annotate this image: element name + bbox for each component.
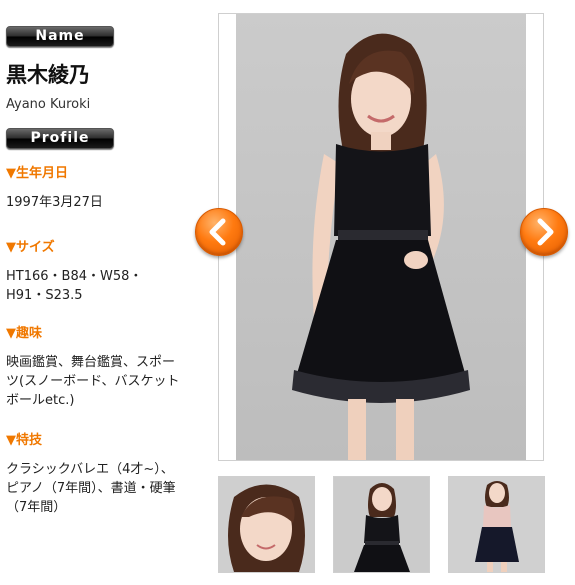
model-illustration xyxy=(292,33,470,460)
profile-label: Profile xyxy=(6,128,114,149)
previous-photo-button[interactable] xyxy=(195,208,243,256)
size-heading: ▼サイズ xyxy=(6,240,55,255)
name-japanese: 黒木綾乃 xyxy=(6,63,90,87)
thumbnail-black-dress[interactable] xyxy=(333,476,430,573)
skill-heading: ▼特技 xyxy=(6,433,42,448)
birthday-value: 1997年3月27日 xyxy=(6,195,103,210)
name-label: Name xyxy=(6,26,114,47)
chevron-right-icon xyxy=(537,218,554,246)
next-photo-button[interactable] xyxy=(520,208,568,256)
thumbnail-closeup[interactable] xyxy=(218,476,315,573)
hobby-value: 映画鑑賞、舞台鑑賞、スポーツ(スノーボード、バスケットボールetc.) xyxy=(6,355,180,408)
thumbnail-pink-top[interactable] xyxy=(448,476,545,573)
profile-panel: Name 黒木綾乃 Ayano Kuroki Profile ▼生年月日 199… xyxy=(6,26,196,517)
skill-value: クラシックバレエ（4才~）、ピアノ（7年間）、書道・硬筆（7年間） xyxy=(6,462,176,515)
hobby-heading: ▼趣味 xyxy=(6,326,42,341)
thumbnail-image xyxy=(449,477,544,572)
size-value: HT166・B84・W58・H91・S23.5 xyxy=(6,269,143,303)
thumbnail-image xyxy=(219,477,314,572)
main-photo-frame xyxy=(218,13,544,461)
birthday-heading: ▼生年月日 xyxy=(6,166,68,181)
main-photo xyxy=(236,14,526,460)
chevron-left-icon xyxy=(209,218,226,246)
name-english: Ayano Kuroki xyxy=(6,97,91,112)
thumbnail-image xyxy=(334,477,429,572)
